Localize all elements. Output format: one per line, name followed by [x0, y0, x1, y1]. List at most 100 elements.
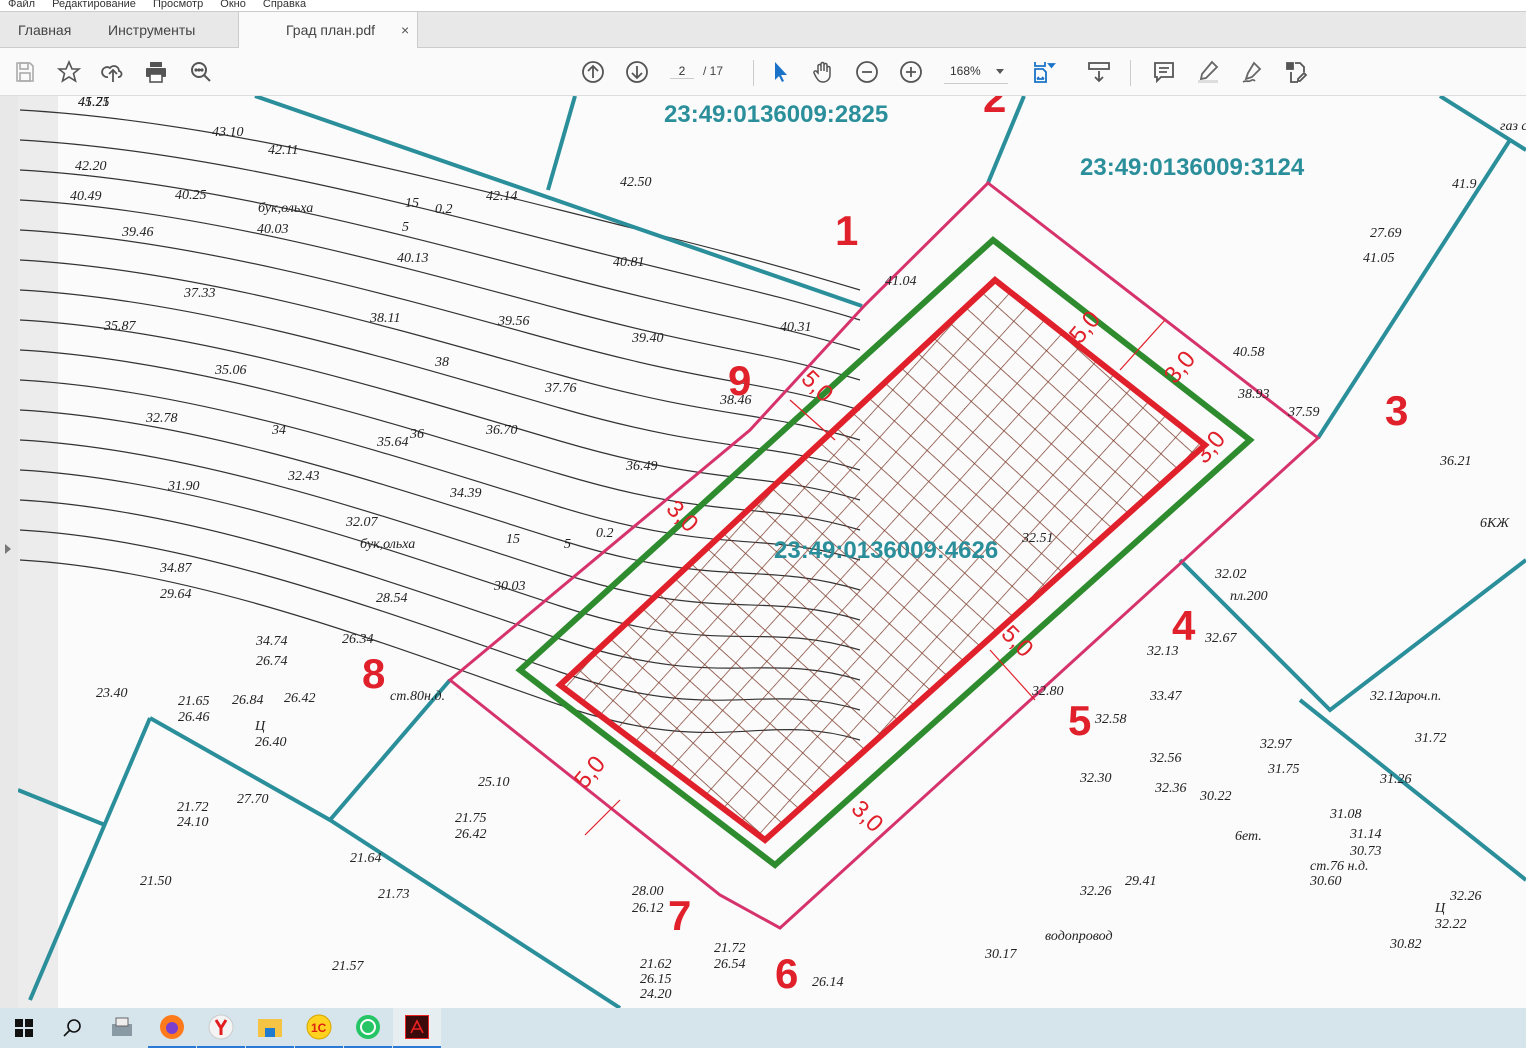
map-annotation: 30.17 — [984, 947, 1018, 962]
map-annotation: 26.46 — [178, 710, 210, 725]
1c-icon[interactable]: 1С — [295, 1008, 343, 1048]
map-annotation: 26.54 — [714, 957, 746, 972]
menu-help[interactable]: Справка — [263, 0, 306, 10]
map-annotation: 25.10 — [478, 775, 510, 790]
map-annotation: 41.9 — [1452, 177, 1477, 192]
hand-icon[interactable] — [811, 60, 835, 84]
menu-view[interactable]: Просмотр — [153, 0, 203, 10]
tab-tools[interactable]: Инструменты — [108, 12, 195, 48]
map-annotation: 30.73 — [1349, 844, 1382, 859]
boundary-point-label: 6 — [775, 950, 798, 997]
map-annotation: 41.71 — [78, 96, 110, 110]
map-annotation: 26.42 — [455, 827, 487, 842]
map-annotation: 33.47 — [1149, 689, 1183, 704]
map-annotation: 29.41 — [1125, 874, 1157, 889]
map-annotation: 31.08 — [1329, 807, 1362, 822]
map-annotation: 21.57 — [332, 959, 365, 974]
map-annotation: 32.80 — [1031, 684, 1064, 699]
map-annotation: 26.14 — [812, 975, 844, 990]
close-tab-icon[interactable]: × — [401, 12, 409, 48]
map-annotation: ст.80н.д. — [390, 689, 445, 704]
map-annotation: 24.20 — [640, 987, 672, 1002]
save-icon[interactable] — [13, 60, 37, 84]
yandex-browser-icon[interactable] — [197, 1008, 245, 1048]
map-annotation: 39.40 — [631, 331, 664, 346]
map-annotation: ароч.п. — [1400, 689, 1441, 704]
whatsapp-icon[interactable] — [344, 1008, 392, 1048]
edit-pdf-icon[interactable] — [1284, 60, 1308, 84]
map-annotation: 38.11 — [369, 311, 400, 326]
map-annotation: 30.22 — [1199, 789, 1232, 804]
cadastral-label: 23:49:0136009:4626 — [774, 537, 998, 564]
cadastral-label: 23:49:0136009:2825 — [664, 101, 888, 128]
map-annotation: 31.90 — [167, 479, 200, 494]
select-arrow-icon[interactable] — [768, 60, 792, 84]
map-annotation: 42.20 — [75, 159, 107, 174]
firefox-icon[interactable] — [148, 1008, 196, 1048]
map-annotation: 40.81 — [613, 255, 645, 270]
map-annotation: 32.43 — [287, 469, 320, 484]
taskbar: 1С — [0, 1008, 1526, 1048]
map-annotation: 32.67 — [1204, 631, 1238, 646]
cadastral-label: 23:49:0136009:3124 — [1080, 154, 1305, 181]
map-annotation: 30.60 — [1309, 874, 1342, 889]
map-annotation: 27.70 — [237, 792, 269, 807]
map-annotation: 27.69 — [1370, 226, 1402, 241]
star-icon[interactable] — [57, 60, 81, 84]
scroll-mode-icon[interactable] — [1087, 60, 1111, 84]
map-annotation: 0.2 — [435, 202, 453, 217]
boundary-point-label: 4 — [1172, 602, 1196, 649]
acrobat-reader-icon[interactable] — [393, 1008, 441, 1048]
highlight-icon[interactable] — [1196, 60, 1220, 84]
file-explorer-icon[interactable] — [246, 1008, 294, 1048]
map-annotation: 35.06 — [214, 363, 247, 378]
previous-page-icon[interactable] — [581, 60, 605, 84]
zoom-out-icon[interactable] — [855, 60, 879, 84]
map-annotation: 40.25 — [175, 188, 207, 203]
fit-page-icon[interactable] — [1032, 60, 1056, 84]
map-annotation: 15 — [405, 196, 419, 211]
scanner-app-icon[interactable] — [98, 1008, 146, 1048]
tab-document[interactable]: Град план.pdf × — [238, 12, 418, 49]
map-drawing: 23:49:0136009:2825 23:49:0136009:3124 23… — [0, 96, 1526, 1008]
map-annotation: 34 — [271, 423, 286, 438]
map-annotation: 32.30 — [1079, 771, 1112, 786]
map-annotation: 6ет. — [1235, 829, 1262, 844]
map-annotation: 32.07 — [345, 515, 379, 530]
map-annotation: 29.64 — [160, 587, 192, 602]
menu-window[interactable]: Окно — [220, 0, 246, 10]
page-number-input[interactable]: 2 — [670, 64, 694, 79]
map-annotation: 40.58 — [1233, 345, 1265, 360]
map-annotation: 40.49 — [70, 189, 102, 204]
map-annotation: 15 — [506, 532, 520, 547]
next-page-icon[interactable] — [625, 60, 649, 84]
map-annotation: водопровод — [1045, 929, 1113, 944]
map-annotation: 42.50 — [620, 175, 652, 190]
map-annotation: 40.31 — [780, 320, 812, 335]
map-annotation: 40.03 — [257, 222, 289, 237]
map-annotation: 26.74 — [256, 654, 288, 669]
zoom-level-select[interactable]: 168% — [944, 64, 1008, 84]
comment-icon[interactable] — [1152, 60, 1176, 84]
map-annotation: 39.56 — [497, 314, 530, 329]
search-zoom-icon[interactable] — [189, 60, 213, 84]
document-view[interactable]: 23:49:0136009:2825 23:49:0136009:3124 23… — [0, 96, 1526, 1008]
expand-arrow-icon — [5, 544, 11, 554]
tab-home[interactable]: Главная — [18, 12, 71, 48]
map-annotation: 26.40 — [255, 735, 287, 750]
menu-edit[interactable]: Редактирование — [52, 0, 136, 10]
left-panel-toggle[interactable] — [0, 96, 18, 1008]
map-annotation: 31.75 — [1267, 762, 1300, 777]
boundary-point-label: 5 — [1068, 697, 1091, 744]
map-annotation: 32.58 — [1094, 712, 1127, 727]
zoom-in-icon[interactable] — [899, 60, 923, 84]
map-annotation: 35.87 — [103, 319, 137, 334]
windows-start-icon[interactable] — [0, 1008, 48, 1048]
menu-file[interactable]: Файл — [8, 0, 35, 10]
upload-cloud-icon[interactable] — [101, 60, 125, 84]
map-annotation: 6КЖ — [1480, 516, 1510, 531]
print-icon[interactable] — [144, 60, 168, 84]
sign-icon[interactable] — [1240, 60, 1264, 84]
map-annotation: газ ст.76 н.д.по стене — [1500, 119, 1526, 134]
search-icon[interactable] — [48, 1008, 96, 1048]
